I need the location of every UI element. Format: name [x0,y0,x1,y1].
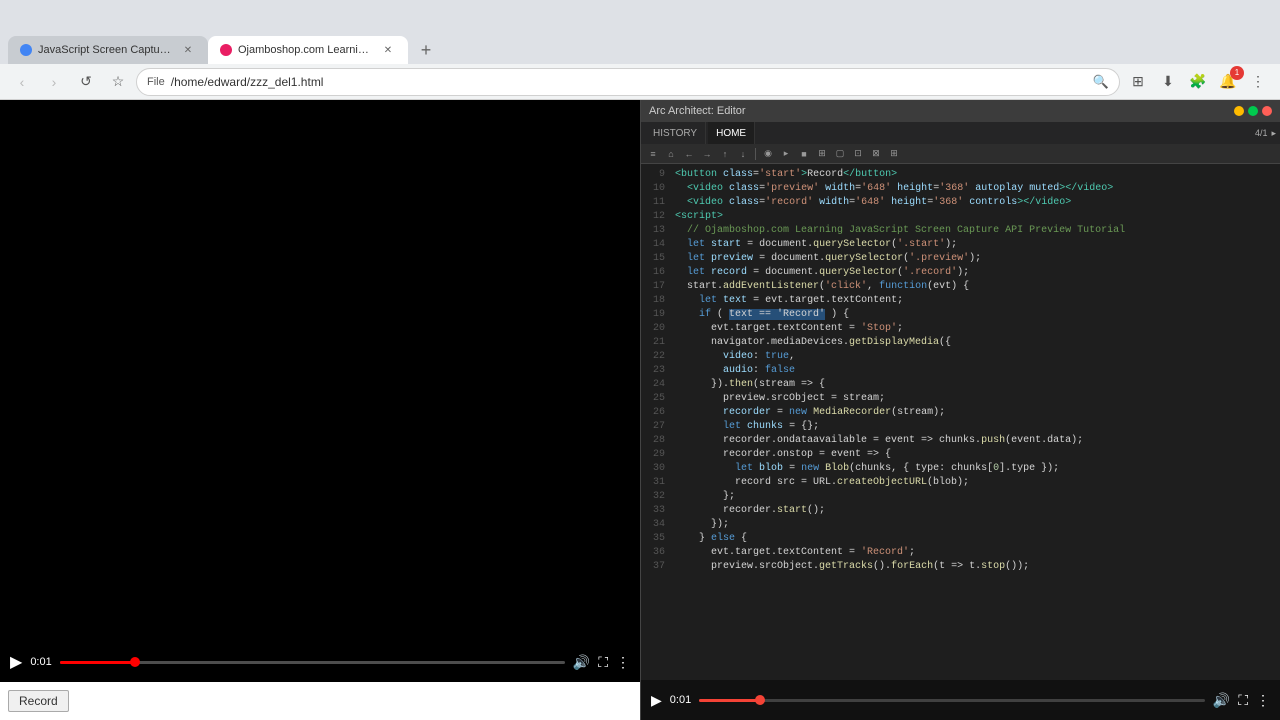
toolbar-actions: ⊞ ⬇ 🧩 🔔 1 ⋮ [1124,68,1272,96]
right-video-player-bar: ▶ 0:01 🔊 ⛶ ⋮ [641,680,1280,720]
video-preview-area [0,100,640,682]
browser-tab-1[interactable]: JavaScript Screen Capture API ... ✕ [8,36,208,64]
code-editor-panel: Arc Architect: Editor HISTORY HOME 4/1 ▸… [640,100,1280,720]
download-button[interactable]: ⬇ [1154,68,1182,96]
progress-fill [60,661,136,664]
extensions-wrapper: 🧩 [1184,68,1212,96]
editor-grid-icon[interactable]: ⊞ [814,146,830,162]
record-button-container: Record [0,682,640,720]
editor-tab-right-controls: 4/1 ▸ [1255,128,1276,139]
editor-title: Arc Architect: Editor [649,105,746,117]
protocol-icon: File [147,76,165,88]
progress-dot [130,657,140,667]
editor-maximize-button[interactable] [1248,106,1258,116]
editor-right-arrow-icon[interactable]: → [699,146,715,162]
editor-toolbar-divider [755,148,756,160]
address-bar[interactable]: File /home/edward/zzz_del1.html 🔍 [136,68,1120,96]
editor-home-icon[interactable]: ⌂ [663,146,679,162]
right-volume-button[interactable]: 🔊 [1213,692,1230,709]
time-display: 0:01 [30,656,51,668]
fullscreen-button[interactable]: ⛶ [598,654,608,671]
editor-titlebar: Arc Architect: Editor [641,100,1280,122]
address-search-icon: 🔍 [1093,74,1109,90]
editor-minimize-button[interactable] [1234,106,1244,116]
browser-titlebar [0,0,1280,30]
more-options-button[interactable]: ⋮ [616,654,630,671]
editor-stop-icon[interactable]: ■ [796,146,812,162]
editor-menu-icon[interactable]: ≡ [645,146,661,162]
right-more-button[interactable]: ⋮ [1256,692,1270,709]
notification-badge: 1 [1230,66,1244,80]
editor-close-button[interactable] [1262,106,1272,116]
tab-2-label: Ojamboshop.com Learning... [238,44,374,56]
play-button[interactable]: ▶ [10,652,22,672]
editor-checked-box-icon[interactable]: ⊠ [868,146,884,162]
volume-button[interactable]: 🔊 [573,654,590,671]
right-progress-bar[interactable] [699,699,1205,702]
right-fullscreen-button[interactable]: ⛶ [1238,692,1248,709]
line-numbers: 910111213 1415161718 1920212223 24252627… [641,164,671,680]
browser-chrome: JavaScript Screen Capture API ... ✕ Ojam… [0,0,1280,100]
editor-col-info: ▸ [1271,128,1276,139]
editor-box-icon[interactable]: ▢ [832,146,848,162]
editor-tabs-bar: HISTORY HOME 4/1 ▸ [641,122,1280,144]
page-content: ▶ 0:01 🔊 ⛶ ⋮ Record Arc Architect: Edito… [0,100,1280,720]
browser-tab-2[interactable]: Ojamboshop.com Learning... ✕ [208,36,408,64]
left-panel: ▶ 0:01 🔊 ⛶ ⋮ Record [0,100,640,720]
menu-button[interactable]: ⋮ [1244,68,1272,96]
tab-2-close[interactable]: ✕ [380,42,396,58]
tab-1-close[interactable]: ✕ [180,42,196,58]
refresh-button[interactable]: ↺ [72,68,100,96]
record-button[interactable]: Record [8,690,69,712]
right-progress-fill [699,699,760,702]
extensions-button[interactable]: 🧩 [1184,68,1212,96]
editor-left-arrow-icon[interactable]: ← [681,146,697,162]
forward-button[interactable]: › [40,68,68,96]
editor-play-icon[interactable]: ▸ [778,146,794,162]
tab-1-icon [20,44,32,56]
right-time-display: 0:01 [670,694,691,706]
editor-code-content: 910111213 1415161718 1920212223 24252627… [641,164,1280,680]
progress-bar[interactable] [60,661,565,664]
editor-toolbar: ≡ ⌂ ← → ↑ ↓ ◉ ▸ ■ ⊞ ▢ ⊡ ⊠ ⊞ [641,144,1280,164]
notifications-wrapper: 🔔 1 [1214,68,1242,96]
video-player-bar: ▶ 0:01 🔊 ⛶ ⋮ [0,642,640,682]
right-progress-dot [755,695,765,705]
editor-dotted-box-icon[interactable]: ⊡ [850,146,866,162]
bookmark-button[interactable]: ☆ [104,68,132,96]
browser-tabs-container: JavaScript Screen Capture API ... ✕ Ojam… [0,30,1280,64]
tab-1-label: JavaScript Screen Capture API ... [38,44,174,56]
address-text: /home/edward/zzz_del1.html [171,75,1087,89]
editor-dot-icon[interactable]: ◉ [760,146,776,162]
screen-cast-button[interactable]: ⊞ [1124,68,1152,96]
code-display[interactable]: <button class='start'>Record</button> <v… [671,164,1280,680]
right-play-button[interactable]: ▶ [651,692,662,709]
tab-2-icon [220,44,232,56]
editor-down-arrow-icon[interactable]: ↓ [735,146,751,162]
editor-line-info: 4/1 [1255,128,1268,138]
new-tab-button[interactable]: + [412,36,440,64]
browser-toolbar: ‹ › ↺ ☆ File /home/edward/zzz_del1.html … [0,64,1280,100]
editor-window-controls [1234,106,1272,116]
editor-up-arrow-icon[interactable]: ↑ [717,146,733,162]
editor-grid2-icon[interactable]: ⊞ [886,146,902,162]
editor-tab-home[interactable]: HOME [708,122,755,144]
back-button[interactable]: ‹ [8,68,36,96]
editor-tab-history[interactable]: HISTORY [645,122,706,144]
